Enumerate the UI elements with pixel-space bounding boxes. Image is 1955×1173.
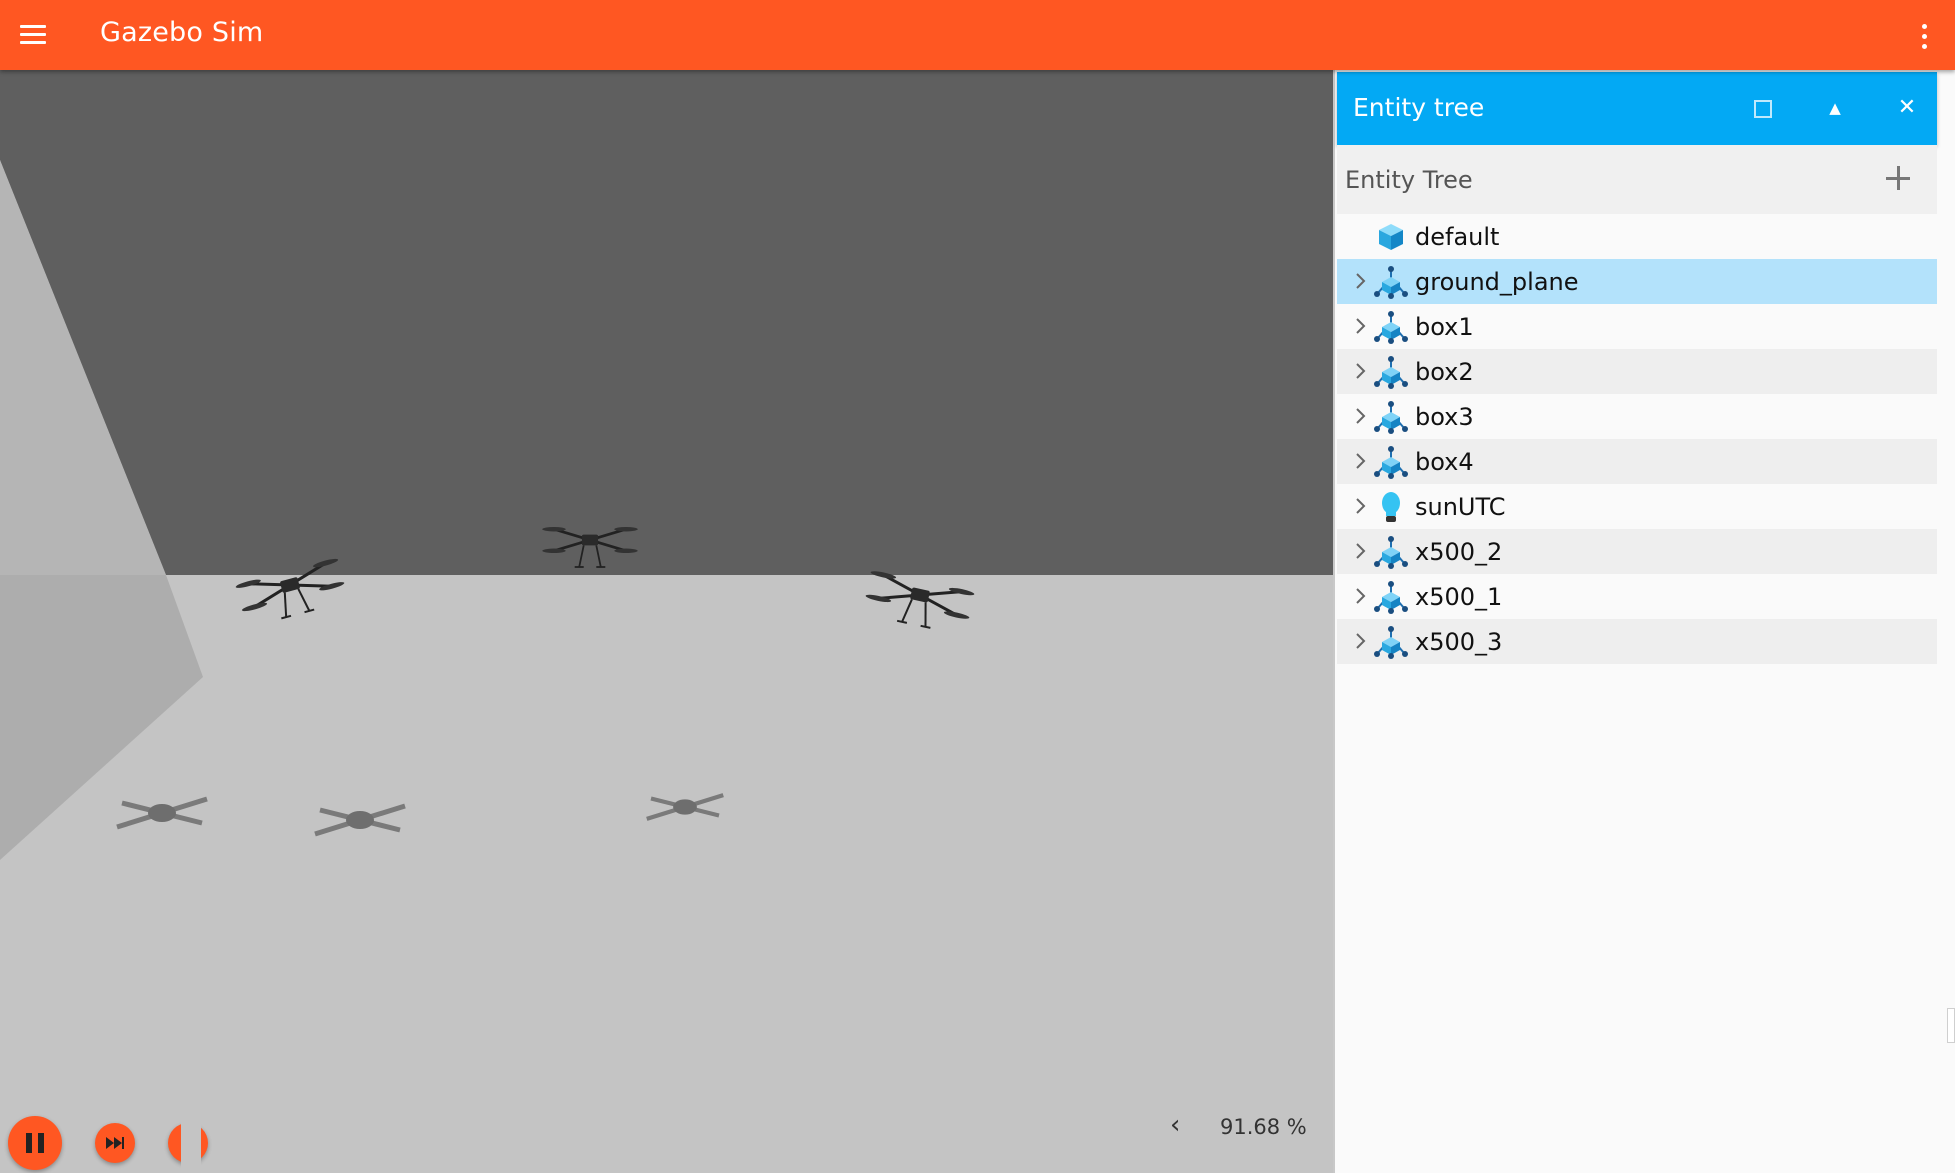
tree-item-label: x500_1	[1415, 583, 1503, 611]
world-cube-icon	[1373, 219, 1409, 255]
model-icon	[1373, 354, 1409, 390]
tree-item-box1[interactable]: box1	[1337, 304, 1937, 349]
maximize-button[interactable]	[1745, 90, 1781, 126]
close-icon: ✕	[1897, 95, 1917, 120]
app-title: Gazebo Sim	[100, 17, 264, 48]
entity-tree-panel: Entity tree ▲ ✕ Entity Tree default groun…	[1333, 70, 1937, 1173]
scene-viewport[interactable]: ‹ 91.68 %	[0, 70, 1333, 1173]
tree-item-label: box2	[1415, 358, 1474, 386]
model-icon	[1373, 309, 1409, 345]
chevron-right-icon[interactable]	[1351, 628, 1371, 654]
chevron-right-icon[interactable]	[1351, 448, 1371, 474]
tree-item-box4[interactable]: box4	[1337, 439, 1937, 484]
collapse-button[interactable]: ▲	[1817, 90, 1853, 126]
tree-item-label: x500_2	[1415, 538, 1503, 566]
tree-item-box2[interactable]: box2	[1337, 349, 1937, 394]
chevron-left-icon[interactable]: ‹	[1170, 1110, 1180, 1140]
tree-title: Entity Tree	[1345, 166, 1473, 194]
pause-icon	[26, 1133, 44, 1153]
model-icon	[1373, 579, 1409, 615]
scrollbar-handle[interactable]	[1947, 1008, 1955, 1043]
tree-item-label: box3	[1415, 403, 1474, 431]
tree-item-ground-plane[interactable]: ground_plane	[1337, 259, 1937, 304]
tree-toolbar: Entity Tree	[1337, 145, 1937, 214]
light-bulb-icon	[1373, 489, 1409, 525]
tree-item-x500-1[interactable]: x500_1	[1337, 574, 1937, 619]
playback-controls	[0, 1114, 208, 1173]
chevron-right-icon[interactable]	[1351, 403, 1371, 429]
tree-item-x500-2[interactable]: x500_2	[1337, 529, 1937, 574]
chevron-right-icon[interactable]	[1351, 493, 1371, 519]
model-icon	[1373, 264, 1409, 300]
tree-item-label: x500_3	[1415, 628, 1503, 656]
chevron-right-icon[interactable]	[1351, 538, 1371, 564]
tree-item-label: sunUTC	[1415, 493, 1506, 521]
triangle-up-icon: ▲	[1829, 99, 1841, 117]
step-button[interactable]	[95, 1123, 135, 1163]
tree-item-label: box1	[1415, 313, 1474, 341]
tree-item-default[interactable]: default	[1337, 214, 1937, 259]
add-entity-button[interactable]	[1881, 161, 1915, 195]
model-icon	[1373, 534, 1409, 570]
pause-button[interactable]	[8, 1116, 62, 1170]
plus-icon-vertical	[1897, 166, 1900, 190]
tree-item-label: box4	[1415, 448, 1474, 476]
app-bar: Gazebo Sim	[0, 0, 1955, 70]
close-button[interactable]: ✕	[1889, 90, 1925, 126]
model-icon	[1373, 624, 1409, 660]
fast-forward-icon	[106, 1137, 124, 1149]
more-options-icon[interactable]	[1912, 20, 1936, 52]
model-icon	[1373, 399, 1409, 435]
tree-item-x500-3[interactable]: x500_3	[1337, 619, 1937, 664]
menu-icon[interactable]	[16, 22, 50, 48]
chevron-right-icon[interactable]	[1351, 358, 1371, 384]
chevron-right-icon[interactable]	[1351, 583, 1371, 609]
model-icon	[1373, 444, 1409, 480]
entity-tree-list: default ground_plane box1 box2 box3 box4 sunUT…	[1337, 214, 1937, 664]
chevron-right-icon[interactable]	[1351, 268, 1371, 294]
chevron-right-icon[interactable]	[1351, 313, 1371, 339]
controls-clip	[181, 1114, 201, 1173]
panel-header: Entity tree ▲ ✕	[1337, 72, 1937, 145]
real-time-factor: 91.68 %	[1220, 1115, 1307, 1139]
tree-item-label: ground_plane	[1415, 268, 1579, 296]
scene-render	[0, 70, 1333, 1173]
panel-title: Entity tree	[1353, 93, 1485, 122]
maximize-icon	[1754, 99, 1772, 118]
tree-item-label: default	[1415, 223, 1500, 251]
tree-item-box3[interactable]: box3	[1337, 394, 1937, 439]
tree-item-sunutc[interactable]: sunUTC	[1337, 484, 1937, 529]
